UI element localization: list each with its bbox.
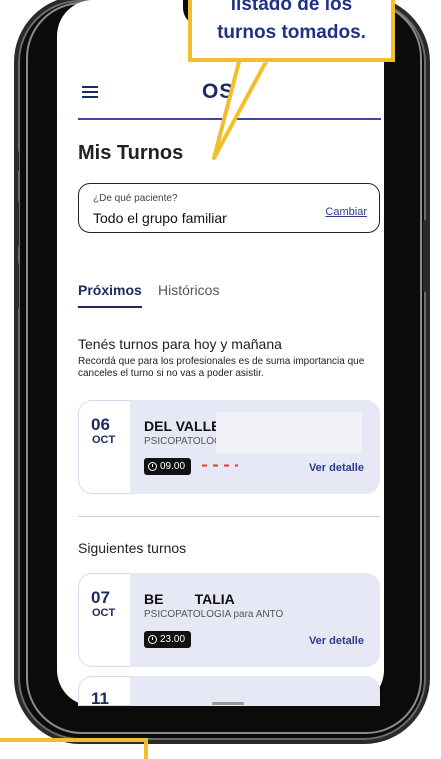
redaction-mark	[202, 464, 238, 467]
phone-volume-down-button	[14, 262, 19, 310]
app-header: OS	[78, 80, 381, 120]
callout-box: listado de los turnos tomados.	[188, 0, 395, 62]
professional-specialty: PSICOPATOLOGIA para ANTO	[144, 609, 284, 620]
callout-text-line-1: listado de los	[230, 0, 353, 15]
appointment-date: 11	[78, 676, 130, 706]
appointment-time-chip: 23.00	[144, 631, 192, 648]
professional-specialty: PSICOPATOLOC	[144, 436, 222, 447]
patient-selector-value: Todo el grupo familiar	[93, 210, 227, 226]
view-detail-link[interactable]: Ver detalle	[309, 462, 364, 474]
appointment-time-chip: 09.00	[144, 458, 192, 475]
patient-selector-label: ¿De qué paciente?	[93, 193, 178, 204]
appointment-time: 23.00	[160, 634, 186, 645]
appointment-day: 07	[91, 588, 110, 607]
appointment-month: OCT	[92, 607, 116, 619]
active-tab-indicator	[78, 306, 142, 308]
app-logo: OS	[202, 80, 235, 103]
appointment-time: 09.00	[160, 461, 186, 472]
appointment-month: OCT	[92, 434, 116, 446]
professional-name: DEL VALLE	[144, 418, 221, 434]
hamburger-menu-icon[interactable]	[82, 86, 98, 98]
appointment-card[interactable]: 06 OCT DEL VALLE PSICOPATOLOC 09.00 Ver …	[78, 400, 380, 494]
home-indicator	[212, 702, 244, 705]
section-divider	[78, 516, 380, 517]
tab-history[interactable]: Históricos	[158, 282, 219, 298]
callout-text-line-2: turnos tomados.	[217, 22, 366, 43]
phone-volume-up-button	[14, 200, 19, 248]
page-title: Mis Turnos	[78, 142, 184, 164]
cancellation-notice: Recordá que para los profesionales es de…	[78, 356, 365, 379]
redaction-box	[216, 412, 362, 454]
phone-side-button	[14, 150, 19, 172]
change-patient-link[interactable]: Cambiar	[325, 206, 367, 218]
appointment-date: 07 OCT	[78, 573, 130, 667]
view-detail-link[interactable]: Ver detalle	[309, 635, 364, 647]
clock-icon	[148, 462, 157, 471]
upcoming-section-title: Siguientes turnos	[78, 540, 187, 556]
appointment-card[interactable]: 07 OCT BE TALIA PSICOPATOLOGIA para ANTO…	[78, 573, 380, 667]
clock-icon	[148, 635, 157, 644]
appointment-day: 11	[91, 689, 109, 706]
appointment-day: 06	[91, 415, 110, 434]
highlight-outline	[0, 738, 148, 759]
appointment-date: 06 OCT	[78, 400, 130, 494]
tab-upcoming[interactable]: Próximos	[78, 282, 142, 298]
phone-power-button	[423, 220, 428, 292]
today-section-title: Tenés turnos para hoy y mañana	[78, 336, 282, 352]
patient-selector[interactable]: ¿De qué paciente? Todo el grupo familiar…	[78, 183, 380, 233]
professional-name: BE TALIA	[144, 591, 235, 607]
